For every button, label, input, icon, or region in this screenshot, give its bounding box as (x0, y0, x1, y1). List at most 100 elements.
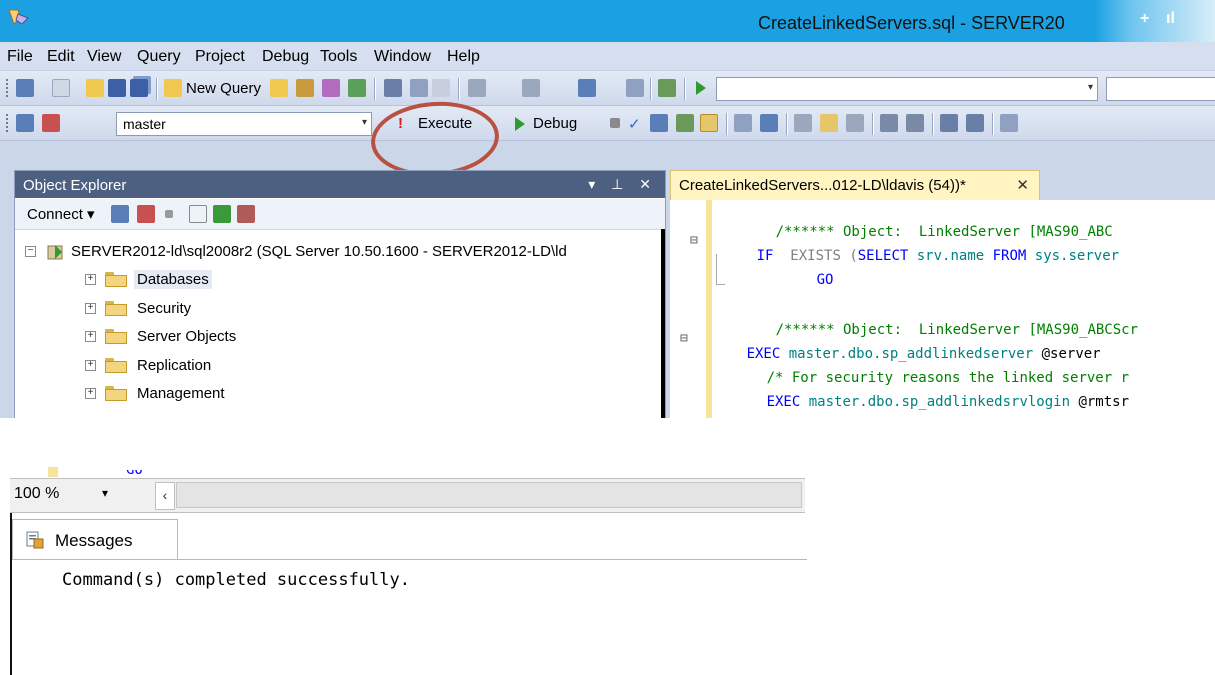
debug-icon[interactable] (514, 116, 526, 132)
tree-node-replication[interactable]: + Replication (85, 355, 665, 379)
comment-lines-icon[interactable] (880, 114, 898, 132)
expand-icon[interactable]: + (85, 331, 96, 342)
tab-messages[interactable]: Messages (12, 519, 178, 559)
toolbar-grip[interactable] (6, 79, 11, 97)
tree-node-management[interactable]: + Management (85, 383, 665, 407)
xmla-query-icon[interactable] (348, 79, 366, 97)
include-plan-icon[interactable] (734, 114, 752, 132)
activity-monitor-icon[interactable] (658, 79, 676, 97)
add-item-icon[interactable] (52, 79, 70, 97)
results-to-grid-icon[interactable] (820, 114, 838, 132)
available-databases-combo[interactable]: master ▾ (116, 112, 372, 136)
stop-icon[interactable] (165, 210, 173, 218)
results-to-text-icon[interactable] (794, 114, 812, 132)
refresh-icon[interactable] (213, 205, 231, 223)
expand-icon[interactable]: + (85, 303, 96, 314)
debug-button[interactable]: Debug (533, 115, 577, 132)
database-value: master (123, 116, 166, 132)
menu-file[interactable]: File (7, 48, 33, 66)
tree-node-databases[interactable]: + Databases (85, 269, 665, 293)
fold-icon[interactable]: ⊟ (690, 233, 698, 248)
intellisense-icon[interactable] (700, 114, 718, 132)
menu-window[interactable]: Window (374, 48, 431, 66)
expand-icon[interactable]: + (85, 360, 96, 371)
editor-tab[interactable]: CreateLinkedServers...012-LD\ldavis (54)… (670, 170, 1040, 200)
folder-icon (105, 329, 127, 344)
open-file-icon[interactable] (86, 79, 104, 97)
menu-edit[interactable]: Edit (47, 48, 75, 66)
menu-bar: File Edit View Query Project Debug Tools… (0, 42, 1215, 71)
analysis-query-icon[interactable] (296, 79, 314, 97)
code-line: IF EXISTS (SELECT srv.name FROM sys.serv… (756, 248, 1120, 264)
connect-object-explorer-icon[interactable] (111, 205, 129, 223)
tree-node-server[interactable]: − SERVER2012-ld\sql2008r2 (SQL Server 10… (25, 241, 665, 265)
redo-icon[interactable] (522, 79, 540, 97)
object-explorer-details-icon[interactable] (237, 205, 255, 223)
toolbar-separator (932, 113, 934, 135)
save-all-icon[interactable] (130, 79, 148, 97)
disconnect-icon[interactable] (42, 114, 60, 132)
menu-help[interactable]: Help (447, 48, 480, 66)
menu-query[interactable]: Query (137, 48, 181, 66)
start-icon[interactable] (694, 80, 708, 96)
connect-button[interactable]: Connect ▾ (27, 205, 95, 223)
cut-icon[interactable] (384, 79, 402, 97)
new-query-icon[interactable] (164, 79, 182, 97)
expand-icon[interactable]: + (85, 274, 96, 285)
menu-tools[interactable]: Tools (320, 48, 357, 66)
code-line: /****** Object: LinkedServer [MAS90_ABC (775, 224, 1113, 240)
filter-icon[interactable] (189, 205, 207, 223)
tree-node-security[interactable]: + Security (85, 298, 665, 322)
scroll-left-icon[interactable]: ‹ (155, 482, 175, 510)
navigate-backward-icon[interactable] (578, 79, 596, 97)
tree-node-server-objects[interactable]: + Server Objects (85, 326, 665, 350)
pin-icon[interactable]: + (1140, 10, 1149, 28)
horizontal-scrollbar[interactable] (176, 482, 802, 508)
query-options-icon[interactable] (676, 114, 694, 132)
copy-icon[interactable] (410, 79, 428, 97)
save-icon[interactable] (108, 79, 126, 97)
disconnect-icon[interactable] (137, 205, 155, 223)
undo-icon[interactable] (468, 79, 486, 97)
close-icon[interactable]: ✕ (1016, 176, 1029, 194)
increase-indent-icon[interactable] (966, 114, 984, 132)
collapse-icon[interactable]: − (25, 246, 36, 257)
platform-combo[interactable] (1106, 77, 1215, 101)
expand-icon[interactable]: + (85, 388, 96, 399)
query-editor[interactable]: /****** Object: LinkedServer [MAS90_ABC … (670, 200, 1215, 418)
ssms-app-icon[interactable] (6, 6, 32, 28)
decrease-indent-icon[interactable] (940, 114, 958, 132)
pin-close-icons[interactable]: ▾ ⊥ ✕ (588, 176, 657, 193)
title-bar-fade (1095, 0, 1215, 42)
toolbar-separator (458, 78, 460, 100)
chevron-down-icon[interactable]: ▾ (102, 486, 108, 500)
client-statistics-icon[interactable] (760, 114, 778, 132)
paste-icon[interactable] (432, 79, 450, 97)
fold-icon[interactable]: ⊟ (680, 331, 688, 346)
menu-view[interactable]: View (87, 48, 121, 66)
object-explorer-header: Object Explorer ▾ ⊥ ✕ (15, 171, 665, 198)
new-project-icon[interactable] (16, 79, 34, 97)
code-line: EXEC master.dbo.sp_addlinkedsrvlogin @rm… (766, 394, 1130, 410)
server-icon (47, 245, 63, 260)
code-line: EXEC master.dbo.sp_addlinkedserver @serv… (746, 346, 1101, 362)
menu-debug[interactable]: Debug (262, 48, 309, 66)
solution-config-combo[interactable]: ▾ (716, 77, 1098, 101)
toolbar-grip[interactable] (6, 114, 11, 132)
cancel-query-icon[interactable] (610, 118, 620, 128)
change-margin-fragment (48, 467, 58, 477)
new-query-button[interactable]: New Query (186, 80, 261, 97)
zoom-level[interactable]: 100 % (14, 485, 59, 503)
display-estimated-plan-icon[interactable] (650, 114, 668, 132)
navigate-forward-icon[interactable] (626, 79, 644, 97)
parse-icon[interactable]: ✓ (628, 115, 641, 133)
specify-values-icon[interactable] (1000, 114, 1018, 132)
db-engine-query-icon[interactable] (270, 79, 288, 97)
toolbar-separator (786, 113, 788, 135)
menu-project[interactable]: Project (195, 48, 245, 66)
results-to-file-icon[interactable] (846, 114, 864, 132)
connect-icon[interactable] (16, 114, 34, 132)
code-line: /****** Object: LinkedServer [MAS90_ABCS… (775, 322, 1139, 338)
mdx-query-icon[interactable] (322, 79, 340, 97)
uncomment-lines-icon[interactable] (906, 114, 924, 132)
